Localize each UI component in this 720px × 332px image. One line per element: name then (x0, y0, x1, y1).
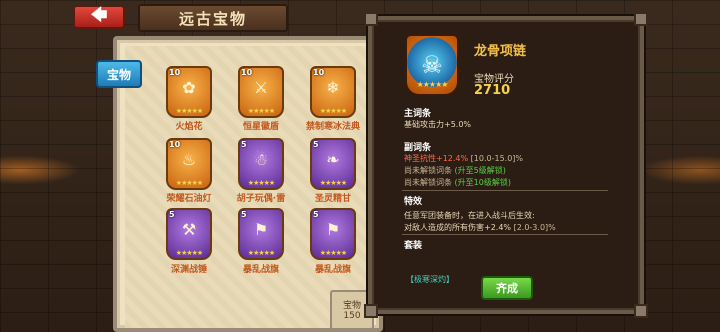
section-divider (402, 190, 608, 191)
hammer-icon: ⚒ (181, 220, 197, 239)
unlock-hint: (升至5级解锁) (454, 166, 506, 175)
lamp-icon: ♨ (181, 150, 197, 169)
item-name: 禁制寒冰法典 (305, 122, 360, 132)
frame-corner (364, 304, 378, 318)
star-rating: ★★★★★ (247, 179, 275, 187)
sub-affix-range: [10.0-15.0]% (470, 154, 524, 163)
item-level: 5 (313, 140, 319, 149)
item-name: 火焰花 (175, 122, 203, 132)
item-level: 5 (241, 210, 247, 219)
treasure-item[interactable]: 5 ❧ ★★★★★ (310, 138, 356, 190)
item-level: 5 (169, 210, 175, 219)
treasure-detail-popup: ☠ ★★★★★ 龙骨项链 宝物评分 2710 主词条 基础攻击力+5.0% 副词… (364, 12, 648, 318)
star-rating: ★★★★★ (247, 107, 275, 115)
ice-book-icon: ❄ (326, 78, 340, 97)
treasure-item[interactable]: 5 ⚑ ★★★★★ (310, 208, 356, 260)
star-rating: ★★★★★ (416, 80, 449, 89)
item-name: 恒星徽盾 (242, 122, 279, 132)
frame-corner (634, 304, 648, 318)
item-level: 10 (169, 140, 181, 149)
effect-title: 特效 (404, 197, 423, 207)
treasure-item[interactable]: 10 ❄ ★★★★★ (310, 66, 356, 118)
item-name: 荣耀石油灯 (166, 194, 212, 204)
unlock-hint: (升至10级解锁) (454, 178, 511, 187)
star-rating: ★★★★★ (319, 179, 347, 187)
star-rating: ★★★★★ (175, 249, 203, 257)
flower-icon: ✿ (182, 78, 196, 97)
main-affix-section: 主词条 基础攻击力+5.0% (404, 106, 471, 131)
back-button[interactable]: 🡄 (73, 5, 125, 29)
section-divider (402, 234, 608, 235)
item-name: 圣灵精甘 (314, 194, 351, 204)
item-name: 深渊战锤 (170, 265, 207, 275)
locked-affix-label: 尚未解锁词条 (404, 178, 452, 187)
frame-corner (364, 12, 378, 26)
star-rating: ★★★★★ (175, 107, 203, 115)
banner-icon: ⚑ (253, 220, 269, 239)
treasure-item[interactable]: 10 ♨ ★★★★★ (166, 138, 212, 190)
locked-affix-label: 尚未解锁词条 (404, 166, 452, 175)
tab-treasure[interactable]: 宝物 (96, 60, 142, 88)
star-rating: ★★★★★ (319, 249, 347, 257)
page-title: 远古宝物 (138, 4, 288, 32)
sub-affix-section: 副词条 神圣抗性+12.4% [10.0-15.0]% 尚未解锁词条 (升至5级… (404, 140, 523, 189)
doll-icon: ☃ (253, 150, 269, 169)
set-title: 套装 (404, 241, 423, 251)
score-value: 2710 (474, 83, 511, 98)
sub-affix-value: 神圣抗性+12.4% (404, 154, 469, 163)
item-level: 10 (241, 68, 253, 77)
back-arrow-icon: 🡄 (90, 4, 108, 24)
skull-glyph: ☠ (421, 51, 443, 79)
effect-range: [2.0-3.0]% (513, 223, 556, 232)
treasure-item[interactable]: 5 ☃ ★★★★★ (238, 138, 284, 190)
effect-line: 任意军团装备时，在进入战斗后生效: (404, 211, 535, 220)
item-level: 5 (313, 210, 319, 219)
main-affix-title: 主词条 (404, 109, 432, 119)
set-link[interactable]: 【极寒深灼】 (406, 274, 454, 285)
item-level: 10 (313, 68, 325, 77)
star-rating: ★★★★★ (319, 107, 347, 115)
treasure-name: 龙骨项链 (474, 44, 527, 59)
sub-affix-title: 副词条 (404, 143, 432, 153)
shield-icon: ⚔ (253, 78, 269, 97)
treasure-item[interactable]: 10 ✿ ★★★★★ (166, 66, 212, 118)
treasure-item[interactable]: 5 ⚑ ★★★★★ (238, 208, 284, 260)
equip-button[interactable]: 齐成 (481, 276, 533, 300)
item-level: 5 (241, 140, 247, 149)
item-name: 暴乱战旗 (314, 265, 351, 275)
effect-line: 对敌人造成的所有伤害+2.4% (404, 223, 512, 232)
frame-corner (634, 12, 648, 26)
treasure-item[interactable]: 10 ⚔ ★★★★★ (238, 66, 284, 118)
star-rating: ★★★★★ (175, 179, 203, 187)
treasure-item[interactable]: 5 ⚒ ★★★★★ (166, 208, 212, 260)
item-level: 10 (169, 68, 181, 77)
item-name: 胡子玩偶·雷 (236, 194, 286, 204)
scepter-icon: ❧ (326, 150, 340, 169)
item-name: 暴乱战旗 (242, 265, 279, 275)
set-section: 套装 (404, 238, 422, 251)
main-affix-value: 基础攻击力+5.0% (404, 120, 472, 129)
banner-icon: ⚑ (325, 220, 341, 239)
effect-section: 特效 任意军团装备时，在进入战斗后生效: 对敌人造成的所有伤害+2.4% [2.… (404, 194, 556, 234)
star-rating: ★★★★★ (247, 249, 275, 257)
